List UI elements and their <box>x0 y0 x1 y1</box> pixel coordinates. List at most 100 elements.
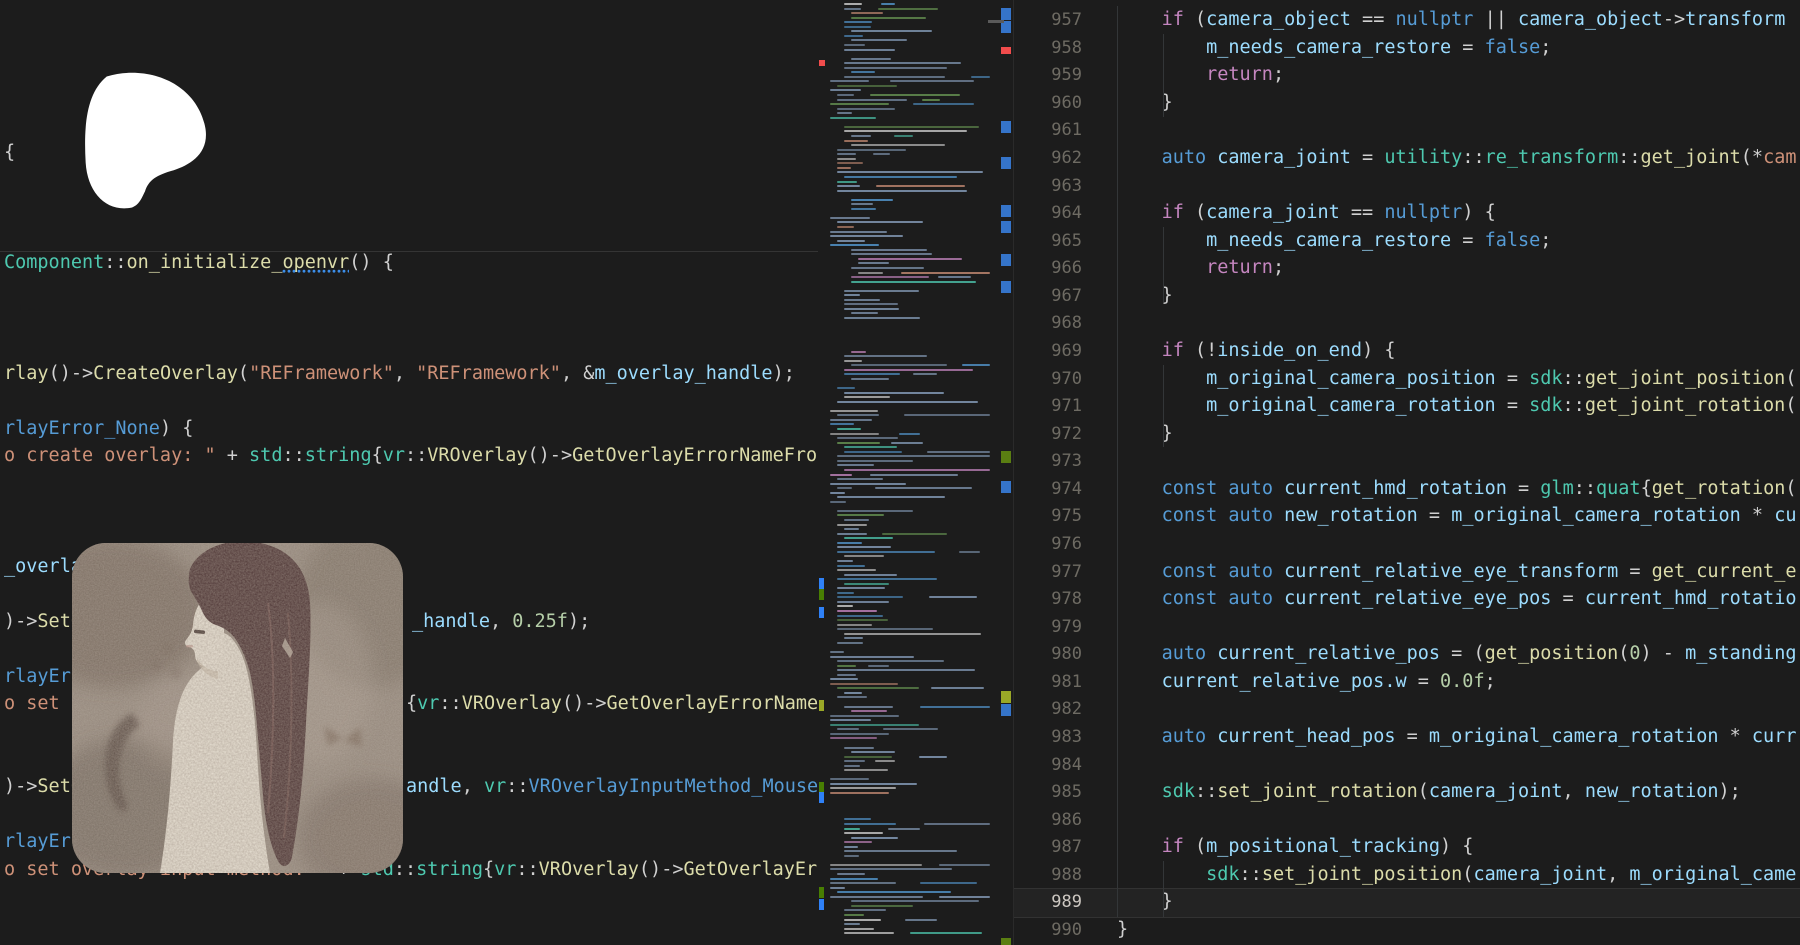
minimap-line <box>830 787 896 789</box>
minimap-line <box>851 135 871 137</box>
code-line: if (!inside_on_end) { <box>1117 337 1800 365</box>
minimap-line <box>837 674 856 676</box>
minimap-line <box>837 158 856 160</box>
minimap-line <box>844 294 860 296</box>
minimap-line <box>837 587 885 589</box>
minimap-line <box>837 510 913 512</box>
minimap-line <box>837 94 854 96</box>
minimap-line <box>844 832 883 834</box>
line-number: 987 <box>1014 833 1082 861</box>
minimap-line <box>837 605 853 607</box>
code-line: const auto current_relative_eye_transfor… <box>1117 558 1800 586</box>
minimap-line <box>904 414 990 416</box>
code-line: const auto current_relative_eye_pos = cu… <box>1117 585 1800 613</box>
minimap-line <box>844 932 894 934</box>
minimap-line <box>913 373 937 375</box>
line-number: 978 <box>1014 585 1082 613</box>
minimap-line <box>851 144 945 146</box>
code-line <box>1117 530 1800 558</box>
minimap-line <box>837 628 933 630</box>
minimap-line <box>931 687 984 689</box>
minimap-line <box>837 696 867 698</box>
minimap-line <box>870 94 960 96</box>
minimap-line <box>844 469 990 471</box>
line-number: 970 <box>1014 365 1082 393</box>
minimap-line <box>882 533 947 535</box>
minimap-line <box>858 272 883 274</box>
minimap-line <box>938 276 971 278</box>
minimap-line <box>837 619 888 621</box>
minimap-line <box>844 841 872 843</box>
code-line: const auto current_hmd_rotation = glm::q… <box>1117 475 1800 503</box>
minimap-line <box>830 715 899 717</box>
minimap-line <box>844 140 868 142</box>
minimap-line <box>837 496 945 498</box>
minimap-line <box>939 864 990 866</box>
minimap-line <box>830 231 887 233</box>
minimap-line <box>844 765 860 767</box>
minimap-line <box>837 660 944 662</box>
code-line <box>1117 751 1800 779</box>
minimap-line <box>844 850 957 852</box>
ruler-marker <box>1001 254 1011 266</box>
ruler-marker <box>1001 451 1011 463</box>
minimap-line <box>830 878 878 880</box>
minimap-line <box>844 76 945 78</box>
minimap-line <box>851 30 932 32</box>
minimap-line <box>830 501 846 503</box>
minimap-line <box>851 312 878 314</box>
minimap-line <box>830 651 844 653</box>
minimap-line <box>844 519 869 521</box>
minimap-line <box>837 578 937 580</box>
minimap-line <box>844 26 871 28</box>
minimap-line <box>844 299 880 301</box>
minimap-line <box>830 882 896 884</box>
minimap-line <box>910 932 981 934</box>
minimap[interactable] <box>818 0 1000 945</box>
line-number: 980 <box>1014 640 1082 668</box>
minimap-line <box>830 868 952 870</box>
minimap-line <box>837 728 859 730</box>
minimap-line <box>837 108 895 110</box>
minimap-line <box>876 185 965 187</box>
minimap-line <box>837 401 978 403</box>
minimap-line <box>837 190 967 192</box>
minimap-line <box>929 596 977 598</box>
minimap-line <box>901 272 990 274</box>
minimap-line <box>837 181 857 183</box>
minimap-line <box>830 103 889 105</box>
right-editor-pane[interactable]: 9579589599609619629639649659669679689699… <box>1014 0 1800 945</box>
minimap-line <box>851 203 873 205</box>
minimap-line <box>837 437 898 439</box>
minimap-line <box>837 112 852 114</box>
minimap-line <box>844 21 872 23</box>
minimap-line <box>844 317 920 319</box>
minimap-line <box>837 185 860 187</box>
minimap-line <box>837 85 897 87</box>
minimap-line <box>837 167 851 169</box>
minimap-line <box>844 8 861 10</box>
code-line: m_original_camera_position = sdk::get_jo… <box>1117 365 1800 393</box>
minimap-line <box>830 896 923 898</box>
line-number: 977 <box>1014 558 1082 586</box>
minimap-line <box>851 267 924 269</box>
minimap-line <box>844 35 863 37</box>
minimap-line <box>837 642 863 644</box>
minimap-line <box>830 244 879 246</box>
minimap-line <box>851 71 875 73</box>
minimap-line <box>851 12 883 14</box>
minimap-line <box>851 710 887 712</box>
minimap-line <box>837 226 854 228</box>
code-line: current_relative_pos.w = 0.0f; <box>1117 668 1800 696</box>
minimap-line <box>844 637 863 639</box>
minimap-line <box>959 551 980 553</box>
minimap-line <box>844 49 895 51</box>
indent-guide <box>1163 227 1164 302</box>
overview-ruler[interactable] <box>1000 0 1013 945</box>
ruler-marker <box>1001 221 1011 233</box>
code-line: rlay()->CreateOverlay("REFramework", "RE… <box>0 360 818 388</box>
minimap-line <box>837 551 935 553</box>
minimap-line <box>844 369 973 371</box>
line-number: 962 <box>1014 144 1082 172</box>
code-line <box>1117 447 1800 475</box>
